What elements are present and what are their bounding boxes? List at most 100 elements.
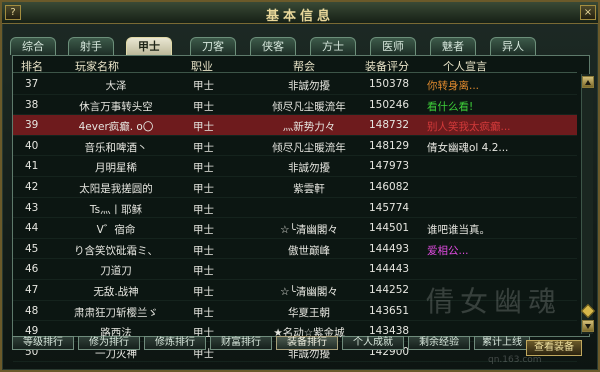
table-row[interactable]: 38 休言万事转头空 甲士 倾尽凡尘暖流年 150246 看什么看! <box>13 95 577 116</box>
table-row-selected[interactable]: 39 4ever疯癫. o〇 甲士 灬新势力々 148732 别人笑我太疯癫..… <box>13 115 577 136</box>
rank-cell: 41 <box>25 160 39 173</box>
guild-cell: 倾尽凡尘暖流年 <box>272 141 346 154</box>
guild-cell: 傲世巅峰 <box>288 244 330 257</box>
job-cell: 甲士 <box>193 244 214 257</box>
close-button[interactable]: × <box>580 5 596 20</box>
job-cell: 甲士 <box>193 162 214 175</box>
job-cell: 甲士 <box>193 285 214 298</box>
score-cell: 150246 <box>369 98 410 111</box>
tab-yiren[interactable]: 异人 <box>490 37 536 55</box>
tab-archer[interactable]: 射手 <box>68 37 114 55</box>
guild-cell: 非誠勿擾 <box>288 80 330 92</box>
arrow-up-icon[interactable] <box>582 76 594 88</box>
tab-healer[interactable]: 医师 <box>370 37 416 55</box>
ranking-window: ? 基本信息 × 综合 射手 甲士 刀客 侠客 方士 医师 魅者 异人 排名 玩… <box>0 0 600 372</box>
player-name-cell: 刀道刀 <box>100 265 132 278</box>
player-name-cell: 休言万事转头空 <box>79 100 153 113</box>
table-row[interactable]: 43 Ts灬丨耶稣 甲士 145774 <box>13 198 577 219</box>
player-name-cell: 肃肃狂刀斩樱兰ゞ <box>74 306 158 319</box>
tab-swordsman[interactable]: 侠客 <box>250 37 296 55</box>
rank-cell: 47 <box>25 283 39 296</box>
sign-cell: 别人笑我太疯癫... <box>427 121 511 134</box>
watermark-url: qn.163.com <box>488 355 542 365</box>
player-name-cell: V゛宿命 <box>96 224 136 237</box>
rank-cell: 45 <box>25 242 39 255</box>
score-cell: 148129 <box>369 139 410 152</box>
rank-cell: 43 <box>25 201 39 214</box>
job-cell: 甲士 <box>193 121 214 134</box>
rank-cell: 37 <box>25 78 39 90</box>
rank-cell: 42 <box>25 180 39 193</box>
tab-mage[interactable]: 方士 <box>310 37 356 55</box>
table-row[interactable]: 42 太阳是我搓圆的 甲士 紫雲軒 146082 <box>13 177 577 198</box>
score-cell: 143651 <box>369 304 410 317</box>
sign-cell: 谁吧谁当真。 <box>427 224 490 237</box>
job-cell: 甲士 <box>193 80 214 92</box>
table-row[interactable]: 37 大泽 甲士 非誠勿擾 150378 你转身离... <box>13 74 577 95</box>
score-cell: 150378 <box>369 78 410 90</box>
job-cell: 甲士 <box>193 100 214 113</box>
score-cell: 145774 <box>369 201 410 214</box>
player-name-cell: 音乐和啤酒丶 <box>84 141 148 154</box>
score-cell: 144252 <box>369 283 410 296</box>
btn-training-rank[interactable]: 修炼排行 <box>144 336 206 350</box>
col-job: 职业 <box>191 60 213 73</box>
tab-charmer[interactable]: 魅者 <box>430 37 476 55</box>
window-title: 基本信息 <box>265 9 334 24</box>
close-icon: × <box>583 7 593 18</box>
col-guild: 帮会 <box>293 60 315 73</box>
table-row[interactable]: 40 音乐和啤酒丶 甲士 倾尽凡尘暖流年 148129 倩女幽魂ol 4.2..… <box>13 136 577 157</box>
score-cell: 144493 <box>369 242 410 255</box>
col-rank: 排名 <box>21 60 43 73</box>
rank-cell: 38 <box>25 98 39 111</box>
title-bar[interactable]: ? 基本信息 × <box>2 2 598 24</box>
btn-level-rank[interactable]: 等级排行 <box>12 336 74 350</box>
rank-cell: 46 <box>25 263 39 276</box>
btn-wealth-rank[interactable]: 财富排行 <box>210 336 272 350</box>
tab-warrior[interactable]: 甲士 <box>126 37 172 55</box>
score-cell: 147973 <box>369 160 410 173</box>
guild-cell: 华夏王朝 <box>288 306 330 319</box>
rank-cell: 39 <box>25 119 39 132</box>
player-name-cell: 太阳是我搓圆的 <box>79 182 153 195</box>
col-name: 玩家名称 <box>75 60 119 73</box>
player-name-cell: 月明星稀 <box>95 162 137 175</box>
sign-cell: 爱相公... <box>427 244 469 257</box>
job-cell: 甲士 <box>193 182 214 195</box>
table-header: 排名 玩家名称 职业 帮会 装备评分 个人宣言 <box>13 56 577 73</box>
rank-cell: 44 <box>25 222 39 235</box>
job-cell: 甲士 <box>193 306 214 319</box>
table-row[interactable]: 45 り含笑饮砒霜ミ、 甲士 傲世巅峰 144493 爱相公... <box>13 239 577 260</box>
table-row[interactable]: 46 刀道刀 甲士 144443 <box>13 259 577 280</box>
job-cell: 甲士 <box>193 265 214 278</box>
player-name-cell: Ts灬丨耶稣 <box>89 203 143 216</box>
btn-cultivation-rank[interactable]: 修为排行 <box>78 336 140 350</box>
table-row[interactable]: 44 V゛宿命 甲士 ☆╰清幽閣々 144501 谁吧谁当真。 <box>13 218 577 239</box>
score-cell: 148732 <box>369 119 410 132</box>
sign-cell: 倩女幽魂ol 4.2... <box>427 141 509 154</box>
score-cell: 146082 <box>369 180 410 193</box>
player-name-cell: 大泽 <box>105 80 127 92</box>
guild-cell: 非誠勿擾 <box>288 162 330 175</box>
player-name-cell: り含笑饮砒霜ミ、 <box>74 244 158 257</box>
btn-achievement[interactable]: 个人成就 <box>342 336 404 350</box>
player-name-cell: 无敌.战神 <box>93 285 139 298</box>
btn-equipment-rank[interactable]: 装备排行 <box>276 336 338 350</box>
tab-blade[interactable]: 刀客 <box>190 37 236 55</box>
job-cell: 甲士 <box>193 141 214 154</box>
guild-cell: 紫雲軒 <box>293 182 325 195</box>
score-cell: 144501 <box>369 222 410 235</box>
table-row[interactable]: 41 月明星稀 甲士 非誠勿擾 147973 <box>13 156 577 177</box>
tab-all[interactable]: 综合 <box>10 37 56 55</box>
sign-cell: 看什么看! <box>427 100 474 113</box>
view-equipment-button[interactable]: 查看装备 <box>526 340 582 356</box>
rank-cell: 40 <box>25 139 39 152</box>
job-cell: 甲士 <box>193 203 214 216</box>
player-name-cell: 4ever疯癫. o〇 <box>78 121 154 134</box>
class-tabs: 综合 射手 甲士 刀客 侠客 方士 医师 魅者 异人 <box>10 37 590 55</box>
guild-cell: ☆╰清幽閣々 <box>280 285 338 298</box>
job-cell: 甲士 <box>193 224 214 237</box>
guild-cell: ☆╰清幽閣々 <box>280 224 338 237</box>
score-cell: 144443 <box>369 263 410 276</box>
col-sign: 个人宣言 <box>443 60 487 73</box>
